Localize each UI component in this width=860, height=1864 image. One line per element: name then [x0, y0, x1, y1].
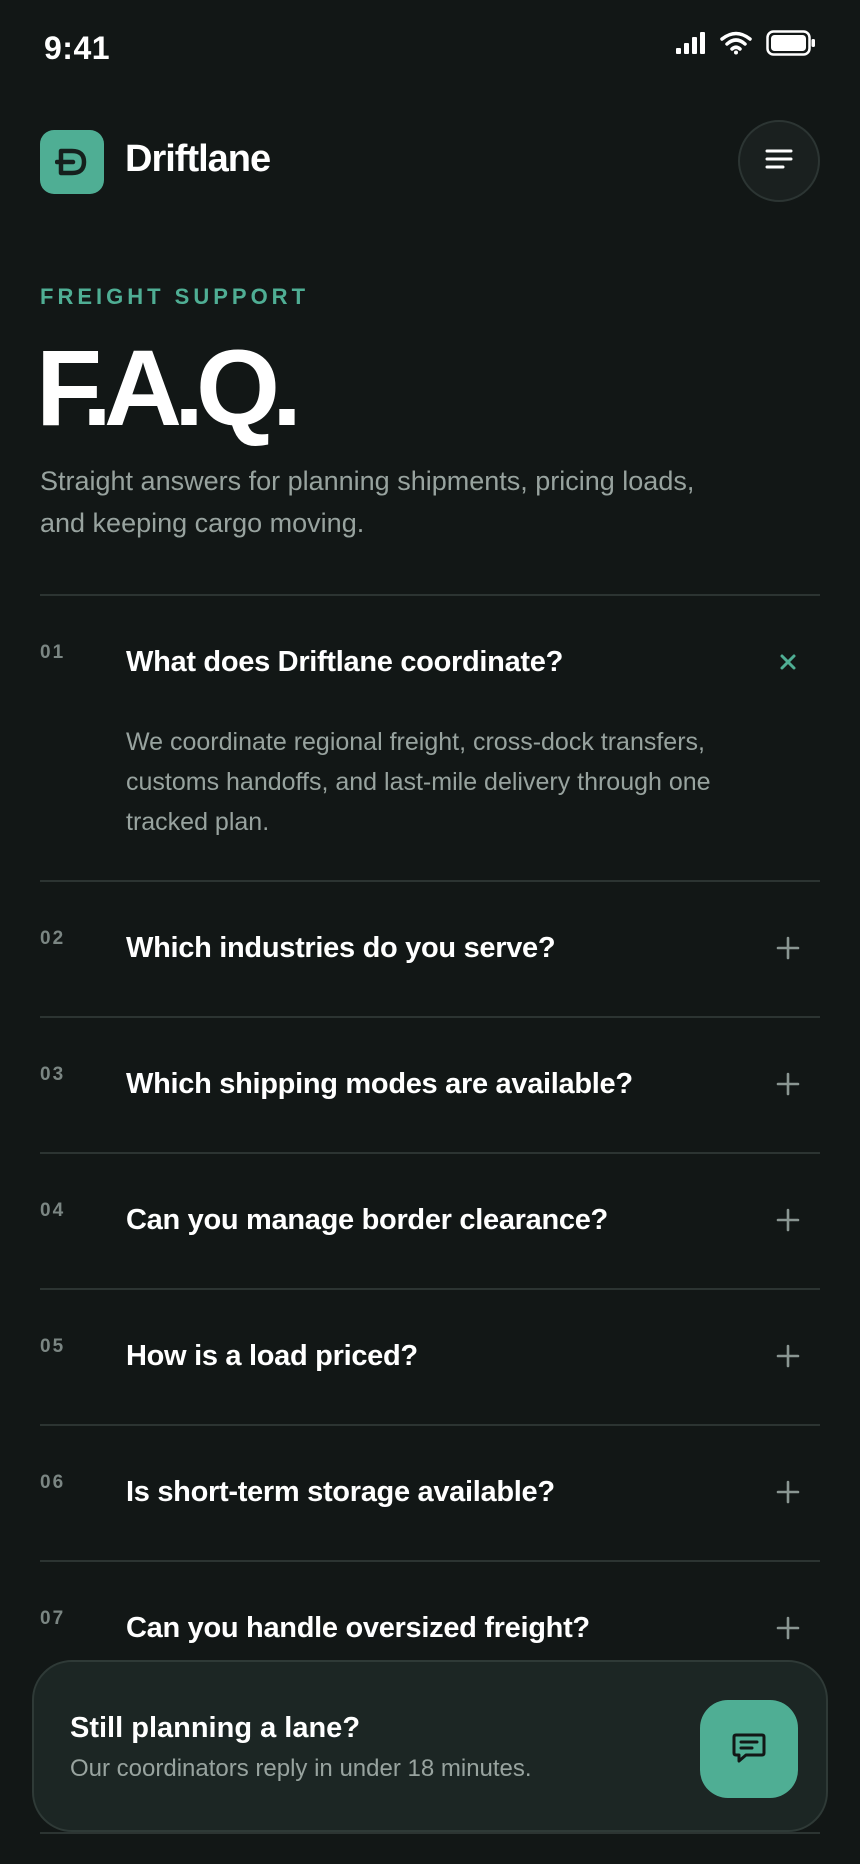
status-icons: [676, 30, 816, 61]
contact-card-subtitle: Our coordinators reply in under 18 minut…: [70, 1755, 532, 1782]
faq-question[interactable]: Can you manage border clearance?: [126, 1204, 608, 1237]
close-icon[interactable]: [774, 648, 802, 676]
faq-answer: We coordinate regional freight, cross-do…: [126, 728, 711, 836]
contact-card: Still planning a lane? Our coordinators …: [32, 1660, 828, 1832]
plus-icon[interactable]: [774, 1342, 802, 1370]
faq-question[interactable]: Which shipping modes are available?: [126, 1068, 633, 1101]
plus-icon[interactable]: [774, 1206, 802, 1234]
faq-number: 02: [40, 928, 66, 949]
page-intro: Straight answers for planning shipments,…: [40, 466, 695, 538]
faq-item[interactable]: 06 Is short-term storage available?: [40, 1424, 820, 1560]
faq-list: 01 What does Driftlane coordinate? We co…: [40, 594, 820, 1696]
cellular-signal-icon: [676, 32, 706, 59]
contact-card-title: Still planning a lane?: [70, 1712, 361, 1744]
status-time: 9:41: [44, 30, 111, 66]
faq-question[interactable]: Which industries do you serve?: [126, 932, 556, 965]
brand-name: Driftlane: [125, 138, 271, 180]
wifi-icon: [720, 31, 752, 60]
plus-icon[interactable]: [774, 1070, 802, 1098]
plus-icon[interactable]: [774, 1478, 802, 1506]
chat-icon: [729, 1727, 769, 1772]
faq-question[interactable]: Is short-term storage available?: [126, 1476, 555, 1509]
page-title: F.A.Q.: [36, 327, 302, 448]
faq-question[interactable]: What does Driftlane coordinate?: [126, 646, 563, 679]
faq-item[interactable]: 03 Which shipping modes are available?: [40, 1016, 820, 1152]
header: Driftlane: [40, 120, 820, 204]
battery-icon: [766, 30, 816, 61]
faq-number: 03: [40, 1064, 66, 1085]
brand-logo[interactable]: [40, 130, 104, 194]
chat-button[interactable]: [700, 1700, 798, 1798]
faq-number: 01: [40, 642, 66, 663]
faq-question[interactable]: How is a load priced?: [126, 1340, 418, 1373]
faq-number: 04: [40, 1200, 66, 1221]
faq-question[interactable]: Can you handle oversized freight?: [126, 1612, 590, 1645]
divider: [40, 1832, 820, 1834]
faq-number: 07: [40, 1608, 66, 1629]
faq-number: 05: [40, 1336, 66, 1357]
faq-item[interactable]: 04 Can you manage border clearance?: [40, 1152, 820, 1288]
faq-item[interactable]: 05 How is a load priced?: [40, 1288, 820, 1424]
plus-icon[interactable]: [774, 934, 802, 962]
status-bar: 9:41: [0, 0, 860, 96]
faq-item[interactable]: 01 What does Driftlane coordinate? We co…: [40, 594, 820, 880]
section-eyebrow: FREIGHT SUPPORT: [40, 284, 310, 309]
menu-button[interactable]: [738, 120, 820, 202]
faq-item[interactable]: 02 Which industries do you serve?: [40, 880, 820, 1016]
plus-icon[interactable]: [774, 1614, 802, 1642]
menu-icon: [765, 148, 793, 175]
faq-number: 06: [40, 1472, 66, 1493]
